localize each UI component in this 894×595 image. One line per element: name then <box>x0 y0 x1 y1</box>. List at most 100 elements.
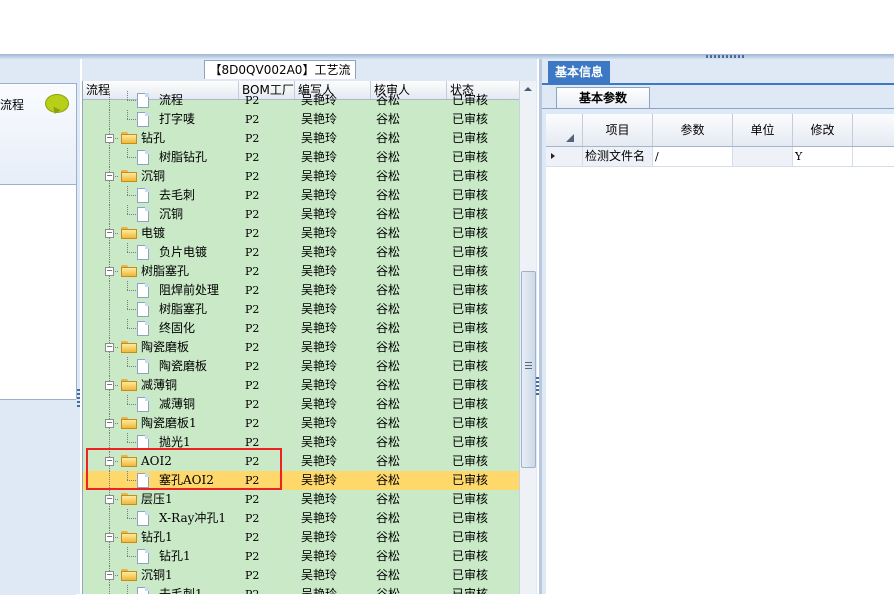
table-row[interactable]: − 沉铜 P2 吴艳玲 谷松 已审核 <box>83 167 520 186</box>
status-cell: 已审核 <box>452 112 489 126</box>
folder-icon <box>121 132 137 144</box>
cell-unit[interactable] <box>733 147 793 166</box>
col-header-item[interactable]: 项目 <box>583 114 653 146</box>
bom-cell: P2 <box>245 227 260 240</box>
folder-icon <box>121 227 137 239</box>
table-row[interactable]: − 减薄铜 P2 吴艳玲 谷松 已审核 <box>83 376 520 395</box>
cell-param[interactable]: / <box>653 147 733 166</box>
table-row[interactable]: 打字唛 P2 吴艳玲 谷松 已审核 <box>83 110 520 129</box>
bom-cell: P2 <box>245 569 260 582</box>
reviewer-cell: 谷松 <box>376 245 401 259</box>
tree-connector <box>127 404 137 405</box>
table-row[interactable]: X-Ray冲孔1 P2 吴艳玲 谷松 已审核 <box>83 509 520 528</box>
sort-corner-icon <box>566 134 574 142</box>
col-header-unit[interactable]: 单位 <box>733 114 793 146</box>
table-row[interactable]: 阻焊前处理 P2 吴艳玲 谷松 已审核 <box>83 281 520 300</box>
reviewer-cell: 谷松 <box>376 359 401 373</box>
document-icon <box>137 188 149 203</box>
table-row[interactable]: − 陶瓷磨板1 P2 吴艳玲 谷松 已审核 <box>83 414 520 433</box>
col-header-modify[interactable]: 修改 <box>793 114 853 146</box>
row-selector-header[interactable] <box>546 114 583 146</box>
reviewer-cell: 谷松 <box>376 568 401 582</box>
collapse-toggle-icon[interactable]: − <box>105 134 114 143</box>
grid-rows: 流程 P2 吴艳玲 谷松 已审核 打字唛 P2 吴艳玲 谷松 已审核 − 钻孔 P2 吴艳玲 谷松 已审核 树脂… <box>83 91 520 594</box>
tree-connector <box>127 518 137 519</box>
process-name: 沉铜 <box>141 169 166 183</box>
table-row[interactable]: − 陶瓷磨板 P2 吴艳玲 谷松 已审核 <box>83 338 520 357</box>
table-row[interactable]: 树脂钻孔 P2 吴艳玲 谷松 已审核 <box>83 148 520 167</box>
table-row[interactable]: 树脂塞孔 P2 吴艳玲 谷松 已审核 <box>83 300 520 319</box>
table-row[interactable]: 减薄铜 P2 吴艳玲 谷松 已审核 <box>83 395 520 414</box>
reviewer-cell: 谷松 <box>376 340 401 354</box>
tree-connector <box>109 319 110 338</box>
folder-icon <box>121 341 137 353</box>
bom-cell: P2 <box>245 151 260 164</box>
params-row[interactable]: 检测文件名 / Y <box>546 147 894 167</box>
status-cell: 已审核 <box>452 226 489 240</box>
process-name: 电镀 <box>141 226 166 240</box>
reviewer-cell: 谷松 <box>376 397 401 411</box>
table-row[interactable]: 沉铜 P2 吴艳玲 谷松 已审核 <box>83 205 520 224</box>
left-splitter-grip-icon[interactable] <box>77 389 80 407</box>
collapse-toggle-icon[interactable]: − <box>105 381 114 390</box>
table-row[interactable]: − 钻孔 P2 吴艳玲 谷松 已审核 <box>83 129 520 148</box>
reviewer-cell: 谷松 <box>376 511 401 525</box>
speech-bubble-icon[interactable] <box>45 94 69 113</box>
status-cell: 已审核 <box>452 93 489 107</box>
process-name: 陶瓷磨板 <box>141 340 190 354</box>
table-row[interactable]: 负片电镀 P2 吴艳玲 谷松 已审核 <box>83 243 520 262</box>
cell-modify[interactable]: Y <box>793 147 853 166</box>
splitter-grip-icon[interactable] <box>706 55 746 58</box>
table-row[interactable]: 去毛刺1 P2 吴艳玲 谷松 已审核 <box>83 585 520 594</box>
params-grid-header: 项目 参数 单位 修改 <box>546 114 894 147</box>
table-row[interactable]: − 电镀 P2 吴艳玲 谷松 已审核 <box>83 224 520 243</box>
document-icon <box>137 321 149 336</box>
cell-item[interactable]: 检测文件名 <box>583 147 653 166</box>
tab-basic-info[interactable]: 基本信息 <box>548 61 610 83</box>
table-row[interactable]: − 钻孔1 P2 吴艳玲 谷松 已审核 <box>83 528 520 547</box>
collapse-toggle-icon[interactable]: − <box>105 267 114 276</box>
col-header-param[interactable]: 参数 <box>653 114 733 146</box>
table-row[interactable]: 钻孔1 P2 吴艳玲 谷松 已审核 <box>83 547 520 566</box>
document-icon <box>137 93 149 108</box>
table-row[interactable]: 流程 P2 吴艳玲 谷松 已审核 <box>83 91 520 110</box>
reviewer-cell: 谷松 <box>376 435 401 449</box>
collapse-toggle-icon[interactable]: − <box>105 343 114 352</box>
status-cell: 已审核 <box>452 568 489 582</box>
tree-connector <box>109 205 110 224</box>
document-icon <box>137 511 149 526</box>
table-row[interactable]: − 层压1 P2 吴艳玲 谷松 已审核 <box>83 490 520 509</box>
vertical-scrollbar[interactable] <box>519 81 536 594</box>
collapse-toggle-icon[interactable]: − <box>105 172 114 181</box>
collapse-toggle-icon[interactable]: − <box>105 495 114 504</box>
document-icon <box>137 587 149 594</box>
status-cell: 已审核 <box>452 150 489 164</box>
table-row[interactable]: 陶瓷磨板 P2 吴艳玲 谷松 已审核 <box>83 357 520 376</box>
tree-connector <box>127 214 137 215</box>
tab-underline <box>542 83 894 85</box>
author-cell: 吴艳玲 <box>301 188 338 202</box>
subtab-basic-params[interactable]: 基本参数 <box>556 87 650 108</box>
author-cell: 吴艳玲 <box>301 112 338 126</box>
collapse-toggle-icon[interactable]: − <box>105 571 114 580</box>
table-row[interactable]: − 树脂塞孔 P2 吴艳玲 谷松 已审核 <box>83 262 520 281</box>
table-row[interactable]: − 沉铜1 P2 吴艳玲 谷松 已审核 <box>83 566 520 585</box>
table-row[interactable]: 去毛刺 P2 吴艳玲 谷松 已审核 <box>83 186 520 205</box>
left-nav-item[interactable]: 流程 <box>0 83 77 185</box>
collapse-toggle-icon[interactable]: − <box>105 533 114 542</box>
reviewer-cell: 谷松 <box>376 454 401 468</box>
row-selector[interactable] <box>546 147 583 166</box>
process-flow-tab[interactable]: 【8D0QV002A0】工艺流程 <box>204 60 356 95</box>
author-cell: 吴艳玲 <box>301 226 338 240</box>
scrollbar-thumb[interactable] <box>521 271 536 468</box>
collapse-toggle-icon[interactable]: − <box>105 229 114 238</box>
process-flow-panel: 【8D0QV002A0】工艺流程 流程 BOM工厂 编写人 核审人 状态 流程P… <box>82 59 539 594</box>
collapse-toggle-icon[interactable]: − <box>105 419 114 428</box>
bom-cell: P2 <box>245 398 260 411</box>
reviewer-cell: 谷松 <box>376 473 401 487</box>
scroll-up-arrow-icon[interactable] <box>524 87 532 91</box>
table-row[interactable]: 终固化 P2 吴艳玲 谷松 已审核 <box>83 319 520 338</box>
reviewer-cell: 谷松 <box>376 226 401 240</box>
tree-connector <box>127 252 137 253</box>
status-cell: 已审核 <box>452 359 489 373</box>
